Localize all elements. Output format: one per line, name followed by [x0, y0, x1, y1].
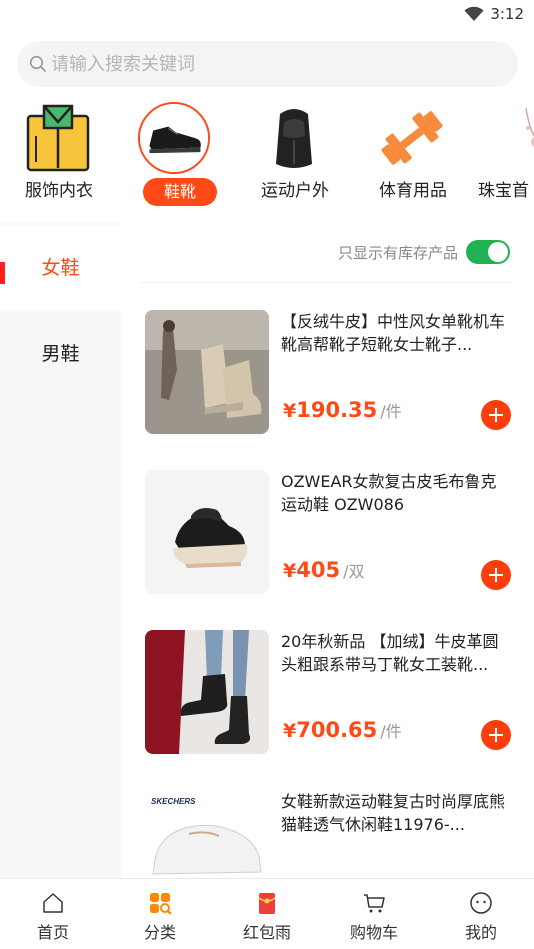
add-to-cart-button[interactable] [481, 720, 511, 750]
product-card[interactable]: OZWEAR女款复古皮毛布鲁克运动鞋 OZW086 ¥405/双 [145, 470, 515, 598]
tab-label: 分类 [143, 923, 176, 942]
tab-profile[interactable]: 我的 [428, 879, 534, 949]
category-item-sports[interactable]: 体育用品 [354, 100, 464, 210]
sidebar-item-label: 女鞋 [41, 257, 80, 279]
red-envelope-icon [258, 893, 276, 914]
category-item-clothing[interactable]: 服饰内衣 [0, 100, 110, 210]
sidebar: 女鞋 男鞋 [0, 222, 121, 878]
category-label: 服饰内衣 [25, 181, 93, 201]
sidebar-item-men-shoes[interactable]: 男鞋 [0, 312, 121, 396]
add-to-cart-button[interactable] [481, 560, 511, 590]
tab-label: 我的 [464, 923, 497, 942]
product-card[interactable]: 20年秋新品 【加绒】牛皮革圆头粗跟系带马丁靴女工装靴... ¥700.65/件 [145, 630, 515, 758]
profile-icon [470, 892, 492, 914]
shoe-image [138, 102, 210, 174]
category-strip: 服饰内衣 鞋靴 运动户外 体育用品 珠宝首 [0, 100, 534, 210]
product-price: ¥405/双 [283, 558, 365, 582]
tab-category[interactable]: 分类 [107, 879, 213, 949]
search-icon [29, 55, 46, 72]
category-item-outdoor[interactable]: 运动户外 [236, 100, 346, 210]
tab-label: 红包雨 [242, 923, 291, 942]
product-price: ¥190.35/件 [283, 398, 402, 422]
sidebar-item-label: 男鞋 [41, 343, 80, 365]
black-fur-sneaker-image [145, 470, 269, 594]
toggle-knob [488, 242, 508, 262]
wifi-icon [464, 6, 484, 21]
sidebar-item-women-shoes[interactable]: 女鞋 [0, 226, 121, 310]
skechers-brand-text: SKECHERS [151, 797, 196, 806]
product-title: 20年秋新品 【加绒】牛皮革圆头粗跟系带马丁靴女工装靴... [281, 632, 499, 674]
stock-filter: 只显示有库存产品 [290, 238, 510, 266]
app-screen: 3:12 服饰内衣 鞋靴 [0, 0, 534, 949]
search-input[interactable] [51, 41, 491, 87]
backpack-image [276, 109, 312, 168]
product-title: OZWEAR女款复古皮毛布鲁克运动鞋 OZW086 [281, 472, 497, 514]
status-time: 3:12 [490, 5, 524, 23]
stock-filter-label: 只显示有库存产品 [337, 244, 458, 262]
category-label: 体育用品 [379, 181, 447, 201]
tab-label: 首页 [36, 923, 69, 942]
product-card[interactable]: 【反绒牛皮】中性风女单靴机车靴高帮靴子短靴女士靴子... ¥190.35/件 [145, 310, 515, 438]
product-card[interactable]: SKECHERS 女鞋新款运动鞋复古时尚厚底熊猫鞋透气休闲鞋11976-... [145, 790, 515, 878]
search-bar[interactable] [17, 41, 518, 87]
stock-toggle[interactable] [466, 240, 510, 264]
category-item-shoes[interactable]: 鞋靴 [116, 100, 226, 210]
dumbbell-image [381, 111, 443, 165]
tab-home[interactable]: 首页 [0, 879, 106, 949]
cart-icon [364, 894, 385, 913]
product-title: 女鞋新款运动鞋复古时尚厚底熊猫鞋透气休闲鞋11976-... [281, 792, 506, 834]
add-to-cart-button[interactable] [481, 400, 511, 430]
category-label: 运动户外 [261, 181, 329, 201]
skechers-sneaker-image: SKECHERS [145, 790, 269, 878]
category-label: 鞋靴 [143, 178, 217, 206]
beige-boots-image [145, 310, 269, 434]
category-label: 珠宝首 [478, 181, 529, 201]
status-bar: 3:12 [0, 0, 534, 30]
martin-boots-image [145, 630, 269, 754]
home-icon [43, 893, 63, 913]
divider [140, 282, 510, 283]
jewelry-image [525, 107, 534, 147]
tab-red-envelope[interactable]: 红包雨 [214, 879, 320, 949]
tab-cart[interactable]: 购物车 [321, 879, 427, 949]
bottom-tab-bar: 首页 分类 红包雨 购物车 我的 [0, 878, 534, 949]
category-icon [150, 893, 172, 915]
category-item-jewelry[interactable]: 珠宝首 [474, 100, 534, 210]
product-price: ¥700.65/件 [283, 718, 402, 742]
clothing-image [26, 104, 90, 172]
product-title: 【反绒牛皮】中性风女单靴机车靴高帮靴子短靴女士靴子... [281, 312, 506, 354]
tab-label: 购物车 [349, 923, 398, 942]
